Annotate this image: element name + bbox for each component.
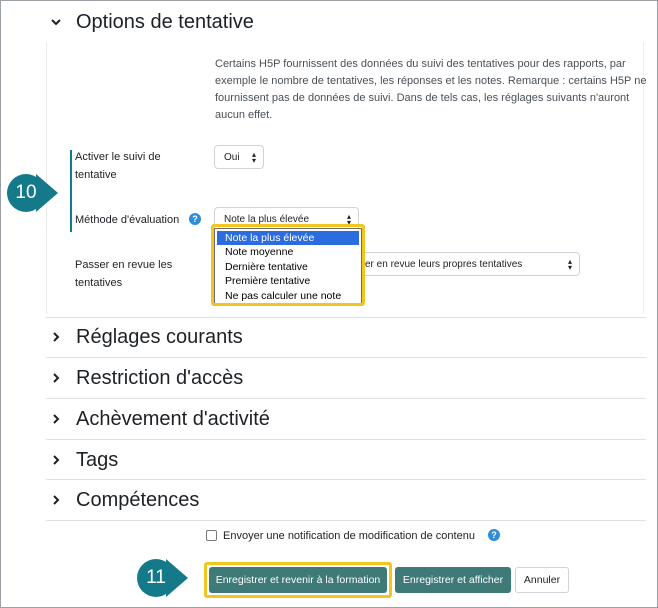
section-header-restriction[interactable]: Restriction d'accès — [46, 361, 243, 395]
section-title: Tags — [76, 448, 119, 471]
section-header-reglages[interactable]: Réglages courants — [46, 320, 243, 354]
section-title: Achèvement d'activité — [76, 407, 270, 430]
section-header-options-tentative[interactable]: Options de tentative — [46, 5, 254, 39]
section-title: Réglages courants — [76, 325, 243, 348]
section-title: Compétences — [76, 488, 200, 511]
tracking-value: Oui — [224, 151, 240, 163]
section-title: Options de tentative — [76, 10, 254, 33]
callout-11: 11 — [136, 559, 188, 597]
callout-10: 10 — [6, 174, 58, 212]
divider — [46, 479, 646, 480]
divider — [46, 317, 646, 318]
divider — [46, 520, 646, 521]
review-label: Passer en revue les tentatives — [75, 259, 173, 289]
chevron-right-icon — [46, 368, 66, 388]
tracking-label: Activer le suivi de tentative — [75, 151, 161, 181]
notify-label: Envoyer une notification de modification… — [223, 530, 475, 542]
notify-checkbox[interactable] — [206, 530, 217, 541]
divider — [46, 398, 646, 399]
grading-value: Note la plus élevée — [224, 213, 310, 225]
select-caret-icon: ▴ ▾ — [251, 150, 256, 165]
question-circle-icon[interactable]: ? — [189, 213, 201, 225]
chevron-right-icon — [46, 327, 66, 347]
callout-number: 10 — [7, 174, 45, 212]
grading-label: Méthode d'évaluation — [75, 214, 180, 226]
review-value: er en revue leurs propres tentatives — [365, 258, 523, 270]
divider — [46, 357, 646, 358]
callout-number: 11 — [137, 559, 175, 597]
highlight-box-save — [204, 562, 392, 598]
chevron-right-icon — [46, 490, 66, 510]
save-display-button[interactable]: Enregistrer et afficher — [395, 567, 511, 593]
select-caret-icon: ▴ ▾ — [567, 257, 572, 272]
chevron-right-icon — [46, 450, 66, 470]
tracking-select[interactable]: Oui ▴ ▾ — [214, 145, 264, 169]
section-header-tags[interactable]: Tags — [46, 443, 118, 477]
chevron-down-icon — [46, 12, 66, 32]
question-circle-icon[interactable]: ? — [488, 529, 500, 541]
section-header-achevement[interactable]: Achèvement d'activité — [46, 402, 270, 436]
focus-accent-bar — [70, 150, 72, 232]
attempt-description: Certains H5P fournissent des données du … — [215, 58, 647, 121]
highlight-box-dropdown — [211, 224, 365, 306]
cancel-button[interactable]: Annuler — [515, 567, 569, 593]
chevron-right-icon — [46, 409, 66, 429]
section-title: Restriction d'accès — [76, 366, 244, 389]
divider — [46, 439, 646, 440]
section-header-competences[interactable]: Compétences — [46, 483, 199, 517]
